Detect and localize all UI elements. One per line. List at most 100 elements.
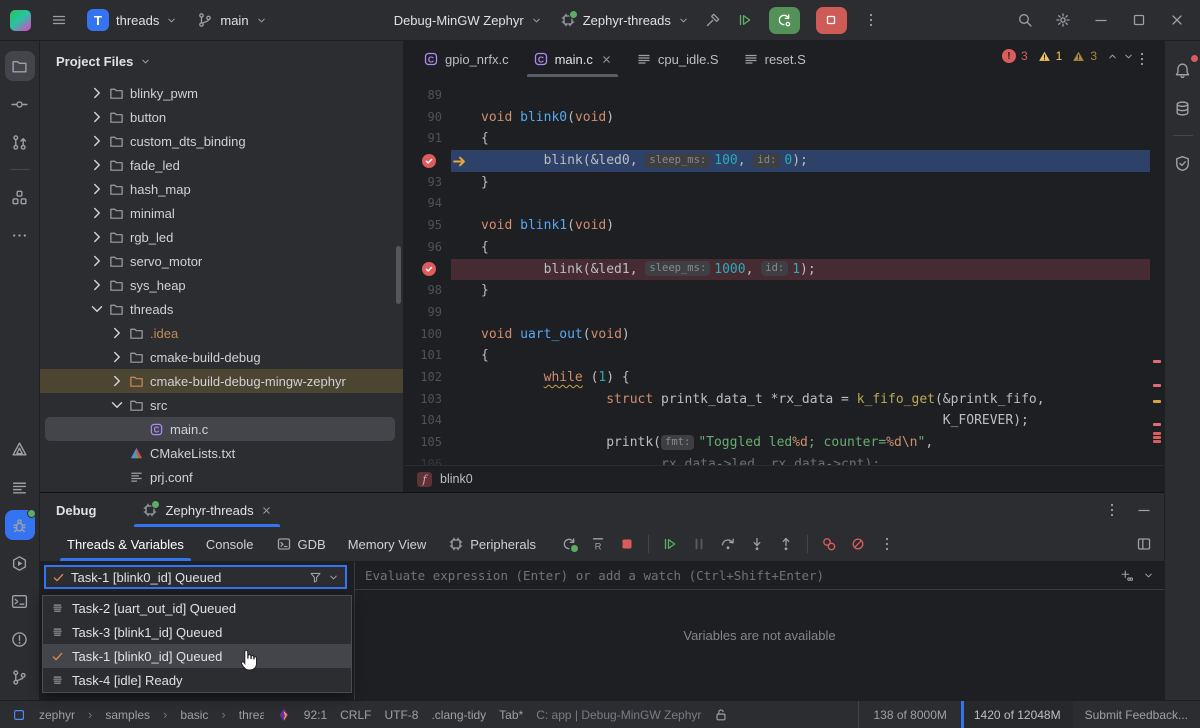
code-text[interactable]: { — [451, 345, 1150, 367]
chevron-right-icon[interactable] — [88, 252, 106, 270]
tree-item-sys_heap[interactable]: sys_heap — [40, 273, 403, 297]
database-tool-button[interactable] — [1168, 93, 1198, 123]
tab-options-icon[interactable] — [1134, 51, 1150, 67]
chevron-right-icon[interactable] — [108, 324, 126, 342]
view-breakpoints-icon[interactable] — [821, 536, 837, 552]
code-text[interactable]: blink(&led0, sleep_ms:100, id:0); — [451, 150, 1150, 172]
tree-item-hash_map[interactable]: hash_map — [40, 177, 403, 201]
stripe-mark[interactable] — [1153, 384, 1161, 387]
tree-item-button[interactable]: button — [40, 105, 403, 129]
code-text[interactable]: while (1) { — [451, 367, 1150, 389]
chevron-right-icon[interactable] — [88, 156, 106, 174]
tree-item-servo_motor[interactable]: servo_motor — [40, 249, 403, 273]
hide-tool-window-icon[interactable] — [1136, 502, 1152, 518]
stripe-mark[interactable] — [1153, 432, 1161, 435]
tree-item-src[interactable]: src — [40, 393, 403, 417]
chevron-down-icon[interactable] — [88, 300, 106, 318]
tree-item-main.c[interactable]: Cmain.c — [40, 417, 403, 441]
chevron-right-icon[interactable] — [88, 84, 106, 102]
resume-icon[interactable] — [737, 12, 753, 28]
tree-item-minimal[interactable]: minimal — [40, 201, 403, 225]
code-text[interactable]: printk(fmt:"Toggled led%d; counter=%d\n"… — [451, 432, 1150, 454]
code-editor[interactable]: 8990void blink0(void)91{ blink(&led0, sl… — [405, 77, 1164, 466]
chevron-down-icon[interactable] — [328, 572, 339, 583]
close-tab-icon[interactable] — [601, 54, 612, 65]
stripe-mark[interactable] — [1153, 400, 1161, 403]
project-widget[interactable]: T threads — [87, 9, 177, 31]
code-text[interactable]: } — [451, 172, 1150, 194]
debug-tab-memory-view[interactable]: Memory View — [337, 527, 438, 561]
run-tool-button[interactable] — [5, 548, 35, 578]
code-text[interactable] — [451, 193, 1150, 215]
editor-tab-gpio_nrfx.c[interactable]: Cgpio_nrfx.c — [411, 41, 521, 77]
trusted-project-tool-button[interactable] — [1168, 148, 1198, 178]
thread-option-task-1[interactable]: Task-1 [blink0_id] Queued — [43, 644, 351, 668]
search-icon[interactable] — [1006, 0, 1044, 40]
target-memory-indicator[interactable]: 1420 of 12048M — [961, 701, 1073, 728]
code-text[interactable]: { — [451, 128, 1150, 150]
code-text[interactable]: { — [451, 237, 1150, 259]
ide-memory-indicator[interactable]: 138 of 8000M — [858, 701, 960, 728]
module-icon[interactable] — [12, 708, 26, 722]
code-text[interactable]: void blink0(void) — [451, 107, 1150, 129]
debug-options-icon[interactable] — [1104, 502, 1120, 518]
editor-tab-reset.S[interactable]: reset.S — [731, 41, 818, 77]
editor-tab-cpu_idle.S[interactable]: cpu_idle.S — [624, 41, 731, 77]
rerun-debug-icon[interactable] — [561, 536, 577, 552]
restart-debug-button[interactable] — [769, 7, 800, 34]
zephyr-logo-icon[interactable] — [277, 708, 291, 722]
breakpoint-icon[interactable] — [422, 154, 436, 168]
code-text[interactable] — [451, 302, 1150, 324]
next-problem-icon[interactable] — [1123, 51, 1134, 62]
debug-tab-console[interactable]: Console — [195, 527, 265, 561]
stripe-mark[interactable] — [1153, 440, 1161, 443]
project-panel-header[interactable]: Project Files — [40, 41, 403, 81]
stop-button[interactable] — [816, 7, 847, 34]
code-text[interactable]: struct printk_data_t *rx_data = k_fifo_g… — [451, 389, 1150, 411]
error-stripe[interactable] — [1150, 77, 1164, 466]
vcs-widget[interactable]: main — [197, 12, 266, 28]
editor-tab-main.c[interactable]: Cmain.c — [521, 41, 624, 77]
breadcrumb[interactable]: f blink0 — [405, 465, 1164, 492]
run-config-selector[interactable]: Debug-MinGW Zephyr — [394, 13, 542, 28]
more-tool-windows-tool-button[interactable] — [5, 220, 35, 250]
step-into-icon[interactable] — [749, 536, 765, 552]
debug-session-tab[interactable]: Zephyr-threads — [138, 493, 275, 527]
todo-tool-button[interactable] — [5, 472, 35, 502]
chevron-right-icon[interactable] — [88, 108, 106, 126]
tree-item-threads[interactable]: threads — [40, 297, 403, 321]
chevron-right-icon[interactable] — [108, 372, 126, 390]
main-menu-icon[interactable] — [51, 12, 67, 28]
structure-tool-button[interactable] — [5, 182, 35, 212]
chevron-right-icon[interactable] — [88, 228, 106, 246]
thread-selector[interactable]: Task-1 [blink0_id] Queued — [44, 565, 347, 589]
filter-icon[interactable] — [309, 571, 322, 584]
code-text[interactable]: void blink1(void) — [451, 215, 1150, 237]
thread-option-task-3[interactable]: Task-3 [blink1_id] Queued — [43, 620, 351, 644]
chevron-down-icon[interactable] — [1143, 570, 1154, 581]
tree-item-fade_led[interactable]: fade_led — [40, 153, 403, 177]
debug-tab-gdb[interactable]: GDB — [265, 527, 337, 561]
tree-item-custom_dts_binding[interactable]: custom_dts_binding — [40, 129, 403, 153]
status-tab-[interactable]: Tab* — [499, 708, 523, 722]
debug-tab-peripherals[interactable]: Peripherals — [437, 527, 547, 561]
pull-requests-tool-button[interactable] — [5, 127, 35, 157]
status-threads[interactable]: threads — [239, 708, 264, 722]
close-button[interactable] — [1158, 0, 1196, 40]
unlocked-icon[interactable] — [714, 708, 728, 722]
minimize-button[interactable] — [1082, 0, 1120, 40]
stripe-mark[interactable] — [1153, 360, 1161, 363]
tree-item-CMakeLists.txt[interactable]: CMakeLists.txt — [40, 441, 403, 465]
close-icon[interactable] — [261, 505, 272, 516]
more-actions-icon[interactable] — [879, 536, 895, 552]
pause-icon[interactable] — [691, 536, 707, 552]
status-utf-8[interactable]: UTF-8 — [384, 708, 418, 722]
mute-breakpoints-icon[interactable] — [850, 536, 866, 552]
commit-tool-button[interactable] — [5, 89, 35, 119]
build-icon[interactable] — [705, 12, 721, 28]
notifications-tool-button[interactable] — [1168, 55, 1198, 85]
tree-item-cmake-build-debug-mingw-zephyr[interactable]: cmake-build-debug-mingw-zephyr — [40, 369, 403, 393]
status-crlf[interactable]: CRLF — [340, 708, 371, 722]
layout-settings-icon[interactable] — [1136, 536, 1152, 552]
stripe-mark[interactable] — [1153, 423, 1161, 426]
